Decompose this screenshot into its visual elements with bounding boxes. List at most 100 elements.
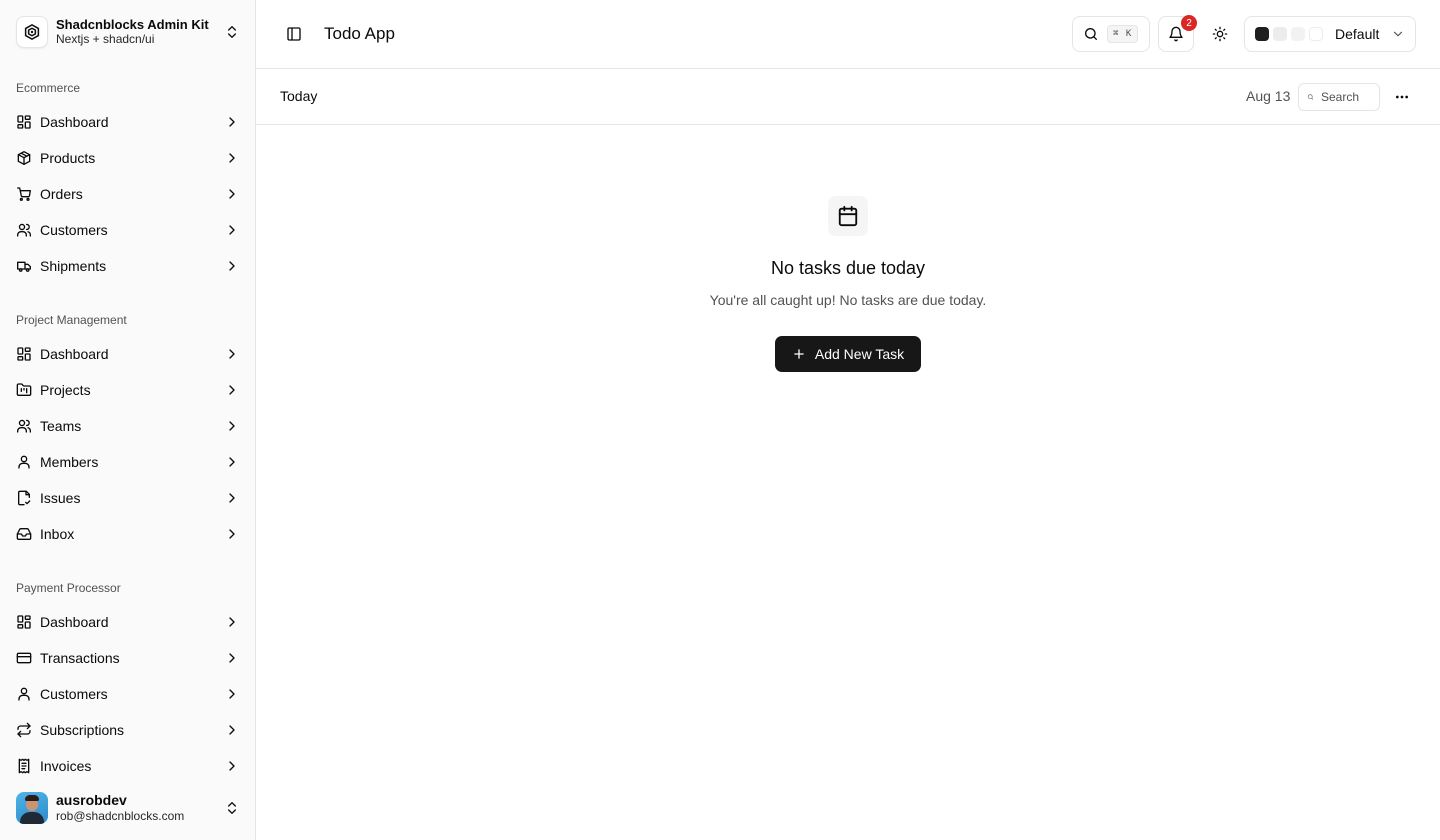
chevron-right-icon	[229, 725, 235, 735]
sidebar-item-ecommerce-dashboard[interactable]: Dashboard	[8, 104, 248, 140]
sidebar-item-label: Members	[40, 454, 99, 470]
todo-toolbar: Today Aug 13	[256, 69, 1440, 125]
sidebar-item-label: Products	[40, 150, 96, 166]
sidebar-item-label: Invoices	[40, 758, 92, 774]
nav-group-label: Ecommerce	[16, 81, 81, 95]
sidebar-item-label: Dashboard	[40, 114, 109, 130]
chevron-right-icon	[229, 225, 235, 235]
sidebar-item-pm-dashboard[interactable]: Dashboard	[8, 336, 248, 372]
notifications-button[interactable]: 2	[1158, 15, 1197, 52]
sidebar-item-payments-customers[interactable]: Customers	[8, 676, 248, 712]
view-title: Today	[280, 88, 318, 104]
empty-state: No tasks due today You're all caught up!…	[256, 196, 1440, 372]
sidebar-item-label: Inbox	[40, 526, 75, 542]
theme-swatch	[1255, 27, 1269, 41]
chevron-right-icon	[229, 421, 235, 431]
notification-badge: 2	[1181, 15, 1197, 31]
task-search-box[interactable]	[1298, 83, 1380, 111]
nav-group-label: Payment Processor	[16, 581, 121, 595]
calendar-icon	[838, 205, 858, 227]
sidebar-item-ecommerce-customers[interactable]: Customers	[8, 212, 248, 248]
truck-icon	[17, 261, 31, 272]
add-new-task-button[interactable]: Add New Task	[774, 336, 922, 372]
keyboard-shortcut: ⌘ K	[1107, 25, 1139, 43]
sun-icon	[1212, 26, 1228, 42]
chevron-right-icon	[229, 617, 235, 627]
sidebar-item-label: Teams	[40, 418, 82, 434]
user-name: ausrobdev	[56, 792, 127, 808]
sidebar-item-label: Transactions	[40, 650, 120, 666]
ellipsis-icon	[1396, 95, 1408, 99]
sidebar-item-inbox[interactable]: Inbox	[8, 516, 248, 552]
nav-group-ecommerce: Ecommerce Dashboard Products Orders Cust…	[8, 72, 248, 284]
plus-icon	[794, 349, 804, 359]
user-icon	[18, 455, 30, 469]
sidebar-item-label: Shipments	[40, 258, 107, 274]
sidebar-item-label: Customers	[40, 222, 108, 238]
sidebar-item-invoices[interactable]: Invoices	[8, 748, 248, 784]
brand-logo-icon	[16, 16, 48, 48]
user-menu[interactable]: ausrobdev rob@shadcnblocks.com	[8, 784, 248, 832]
chevron-right-icon	[229, 385, 235, 395]
users-icon	[17, 223, 32, 237]
sidebar-item-label: Subscriptions	[40, 722, 125, 738]
sidebar-item-payments-dashboard[interactable]: Dashboard	[8, 604, 248, 640]
layout-grid-icon	[17, 347, 31, 361]
chevron-right-icon	[229, 493, 235, 503]
chevron-right-icon	[229, 761, 235, 771]
sidebar-item-teams[interactable]: Teams	[8, 408, 248, 444]
chevron-right-icon	[229, 117, 235, 127]
sidebar-item-label: Dashboard	[40, 614, 109, 630]
chevron-down-icon	[1393, 31, 1403, 37]
team-switcher[interactable]: Shadcnblocks Admin Kit Nextjs + shadcn/u…	[8, 8, 248, 56]
search-icon	[1085, 28, 1097, 40]
sidebar-item-label: Dashboard	[40, 346, 109, 362]
inbox-icon	[16, 528, 32, 540]
sidebar-item-members[interactable]: Members	[8, 444, 248, 480]
current-date: Aug 13	[1246, 88, 1291, 104]
folder-kanban-icon	[16, 383, 32, 396]
theme-swatch	[1309, 27, 1323, 41]
more-options-button[interactable]	[1388, 83, 1416, 111]
brand-subtitle: Nextjs + shadcn/ui	[56, 32, 155, 46]
panel-left-icon	[287, 27, 301, 41]
add-new-task-label: Add New Task	[814, 346, 905, 362]
chevron-right-icon	[229, 261, 235, 271]
brand-title: Shadcnblocks Admin Kit	[56, 17, 209, 32]
chevron-right-icon	[229, 189, 235, 199]
sidebar-toggle-button[interactable]	[280, 20, 308, 48]
chevron-right-icon	[229, 349, 235, 359]
sidebar-item-issues[interactable]: Issues	[8, 480, 248, 516]
sidebar-item-label: Orders	[40, 186, 83, 202]
theme-swatch	[1273, 27, 1287, 41]
sidebar-item-products[interactable]: Products	[8, 140, 248, 176]
command-search-button[interactable]: ⌘ K	[1072, 16, 1150, 52]
page-title: Todo App	[324, 24, 395, 43]
credit-card-icon	[16, 652, 32, 664]
sidebar-item-label: Issues	[40, 490, 81, 506]
file-check-icon	[18, 490, 31, 506]
user-email: rob@shadcnblocks.com	[56, 809, 185, 823]
sidebar-item-projects[interactable]: Projects	[8, 372, 248, 408]
nav-group-project-management: Project Management Dashboard Projects Te…	[8, 304, 248, 552]
avatar	[16, 792, 48, 824]
shopping-cart-icon	[17, 187, 31, 201]
chevron-right-icon	[229, 153, 235, 163]
layout-grid-icon	[17, 115, 31, 129]
sidebar-item-shipments[interactable]: Shipments	[8, 248, 248, 284]
theme-preset-select[interactable]: Default	[1244, 16, 1416, 52]
empty-state-description: You're all caught up! No tasks are due t…	[709, 292, 987, 308]
sidebar-item-orders[interactable]: Orders	[8, 176, 248, 212]
top-header: Todo App ⌘ K 2 Default	[256, 0, 1440, 69]
chevron-right-icon	[229, 689, 235, 699]
theme-preset-label: Default	[1335, 26, 1380, 42]
theme-toggle-button[interactable]	[1202, 16, 1238, 52]
users-icon	[17, 419, 32, 433]
empty-state-icon	[828, 196, 868, 236]
layout-grid-icon	[17, 615, 31, 629]
sidebar-item-subscriptions[interactable]: Subscriptions	[8, 712, 248, 748]
sidebar-item-transactions[interactable]: Transactions	[8, 640, 248, 676]
search-icon	[1307, 94, 1314, 100]
task-search-input[interactable]	[1321, 90, 1371, 104]
chevron-right-icon	[229, 529, 235, 539]
